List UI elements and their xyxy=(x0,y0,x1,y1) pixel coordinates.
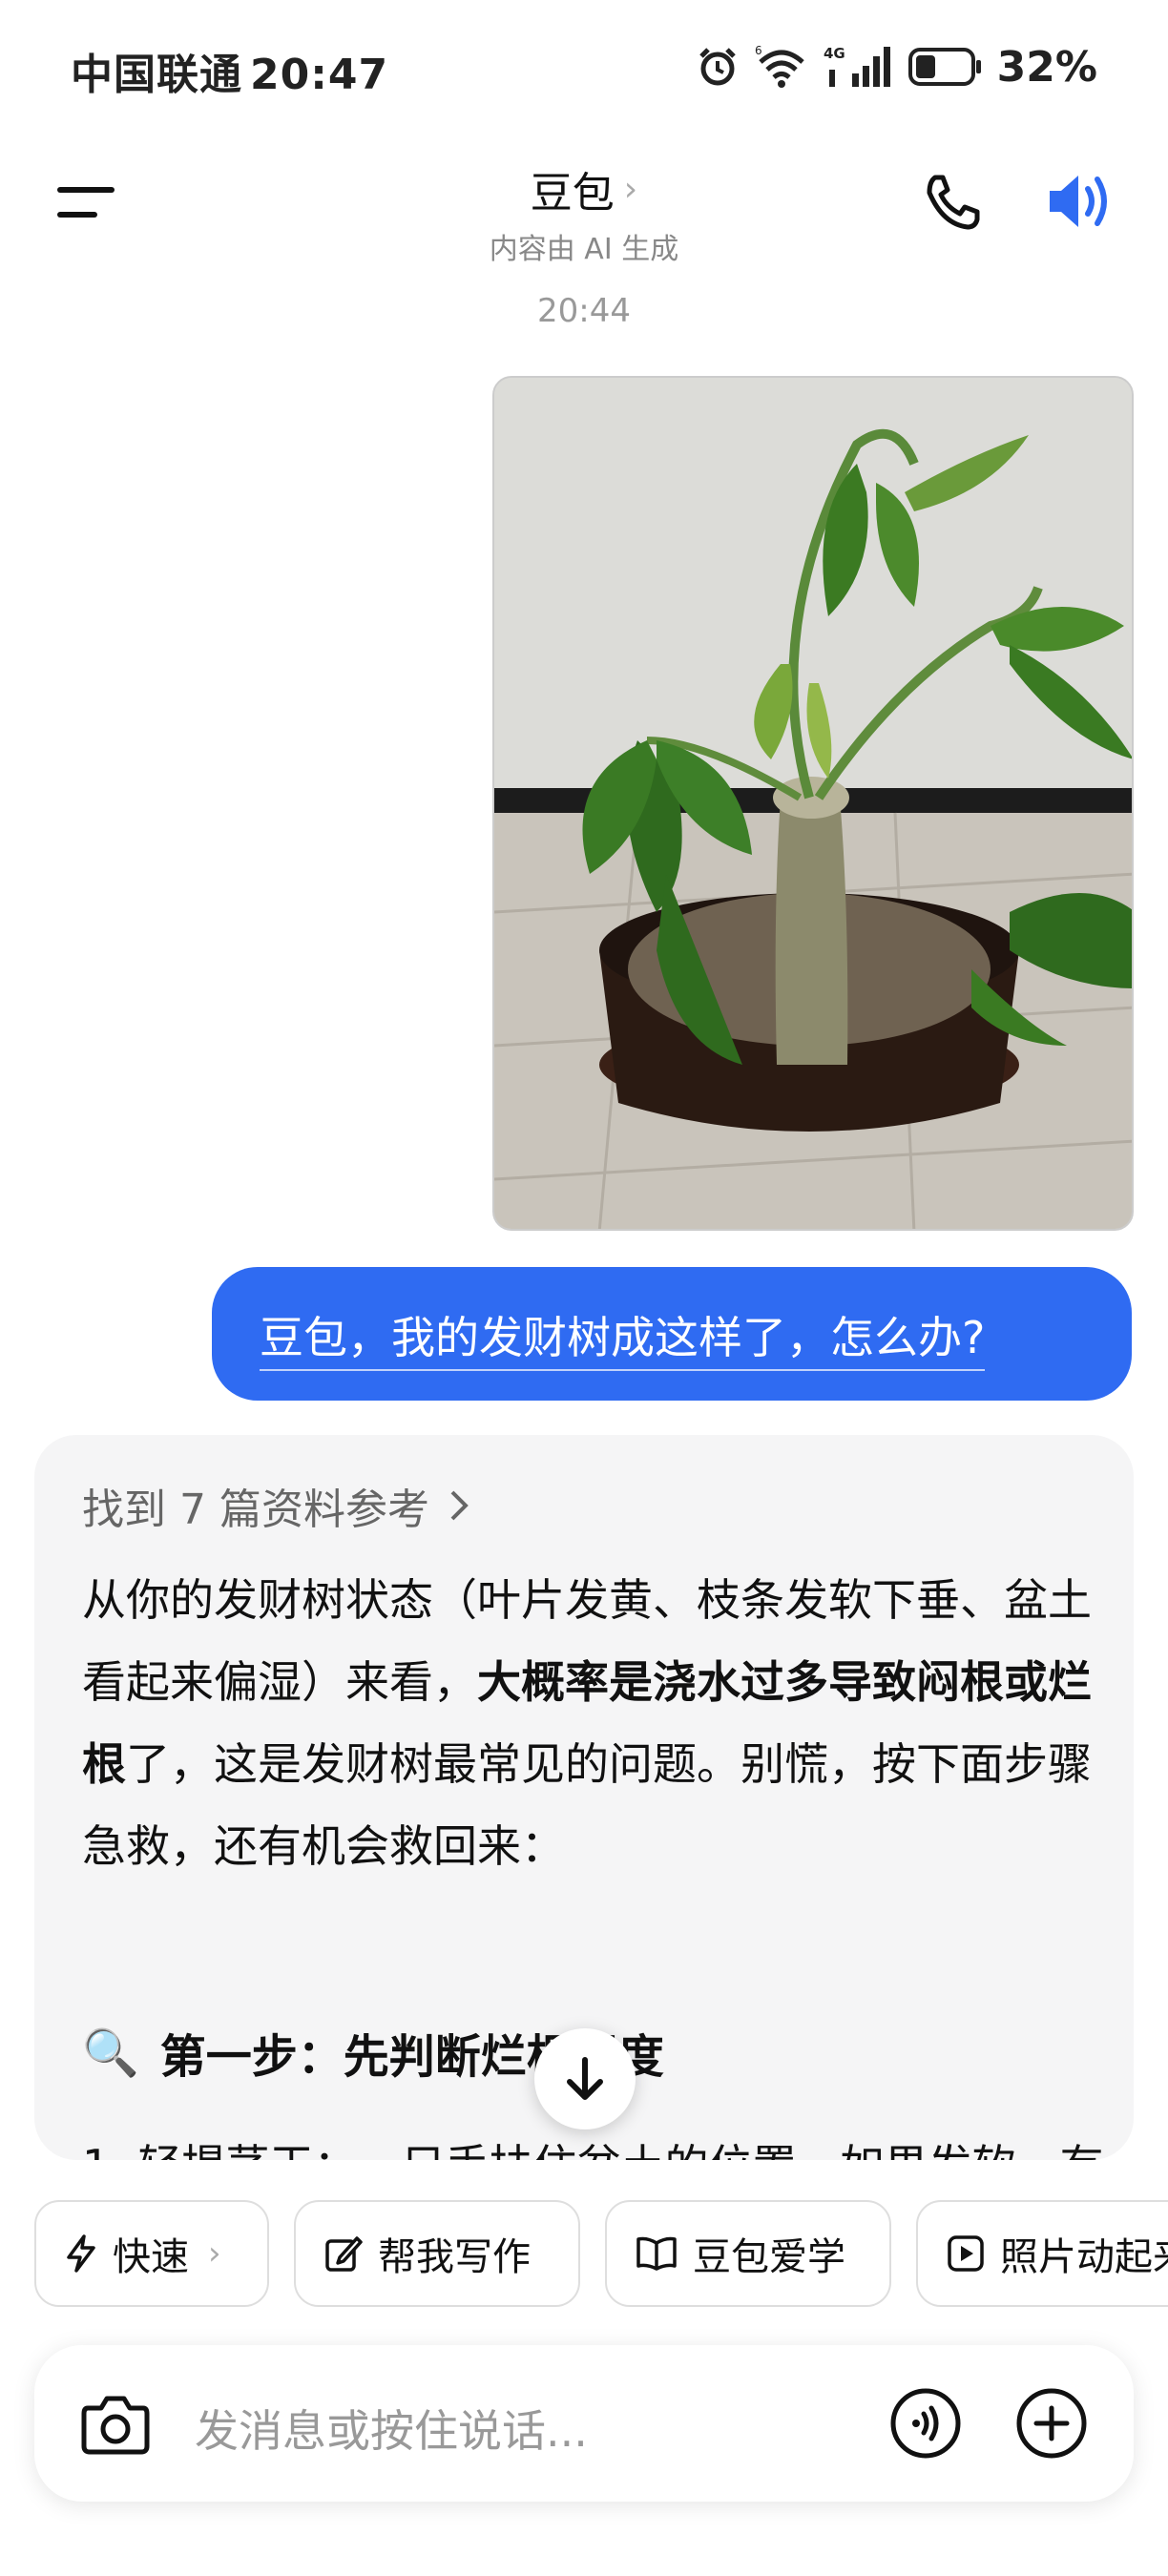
chip-photo-animate[interactable]: 照片动起来 xyxy=(916,2200,1168,2307)
user-message-text: 豆包，我的发财树成这样了，怎么办? xyxy=(260,1312,986,1371)
svg-text:6: 6 xyxy=(755,45,762,57)
magnifier-icon: 🔍 xyxy=(82,2025,139,2080)
status-bar: 中国联通 20:47 6 4G 32% xyxy=(0,0,1168,134)
plus-icon[interactable] xyxy=(1015,2387,1088,2460)
battery-percent: 32% xyxy=(996,42,1097,92)
book-icon xyxy=(636,2236,677,2271)
alarm-icon xyxy=(699,48,736,86)
bolt-icon xyxy=(67,2234,95,2273)
message-input-bar: 发消息或按住说话... xyxy=(34,2345,1134,2502)
chevron-right-icon: › xyxy=(208,2234,221,2273)
references-label: 找到 7 篇资料参考 xyxy=(82,1485,429,1534)
phone-icon[interactable] xyxy=(922,172,983,233)
quick-action-bar: 快速 › 帮我写作 豆包爱学 照片动起来 xyxy=(34,2200,1168,2309)
play-icon xyxy=(948,2235,984,2272)
chip-learning[interactable]: 豆包爱学 xyxy=(605,2200,891,2307)
scroll-to-bottom-button[interactable] xyxy=(534,2028,636,2129)
chip-label: 帮我写作 xyxy=(378,2235,531,2279)
message-timestamp: 20:44 xyxy=(537,292,631,330)
chevron-right-icon: › xyxy=(623,169,638,209)
references-link[interactable]: 找到 7 篇资料参考 xyxy=(82,1475,469,1536)
chat-screen: 中国联通 20:47 6 4G 32% 豆包 › 内容由 AI 生成 20:44… xyxy=(0,0,1168,2576)
status-time: 20:47 xyxy=(250,51,389,99)
camera-icon[interactable] xyxy=(80,2389,151,2458)
arrow-down-icon xyxy=(567,2057,603,2100)
bot-name: 豆包 xyxy=(530,169,615,218)
message-input[interactable]: 发消息或按住说话... xyxy=(195,2397,588,2460)
step-item-partial: 1. 轻提茎干：一只手扶住盆土的位置，如果发软，有 xyxy=(82,2131,1104,2160)
chip-label: 豆包爱学 xyxy=(693,2235,845,2279)
ai-generated-note: 内容由 AI 生成 xyxy=(489,233,679,266)
carrier-name: 中国联通 xyxy=(71,51,242,99)
chat-header: 豆包 › 内容由 AI 生成 xyxy=(0,143,1168,267)
signal-icon: 4G xyxy=(824,45,890,87)
battery-icon xyxy=(907,48,981,86)
chip-label: 照片动起来 xyxy=(1000,2235,1168,2279)
chip-label: 快速 xyxy=(113,2235,189,2279)
chevron-right-icon xyxy=(450,1490,469,1521)
money-tree-image xyxy=(494,378,1132,1229)
voice-input-icon[interactable] xyxy=(889,2387,962,2460)
ai-answer-paragraph: 从你的发财树状态（叶片发黄、枝条发软下垂、盆土看起来偏湿）来看，大概率是浇水过多… xyxy=(82,1574,1092,1872)
user-message-bubble[interactable]: 豆包，我的发财树成这样了，怎么办? xyxy=(212,1267,1132,1401)
svg-text:4G: 4G xyxy=(824,45,845,62)
speaker-icon[interactable] xyxy=(1046,170,1116,233)
chip-writing[interactable]: 帮我写作 xyxy=(294,2200,580,2307)
wifi-icon: 6 xyxy=(755,45,804,88)
chip-fast-mode[interactable]: 快速 › xyxy=(34,2200,269,2307)
edit-icon xyxy=(325,2236,363,2272)
bot-title[interactable]: 豆包 › xyxy=(531,158,637,219)
plant-photo[interactable] xyxy=(492,376,1134,1231)
